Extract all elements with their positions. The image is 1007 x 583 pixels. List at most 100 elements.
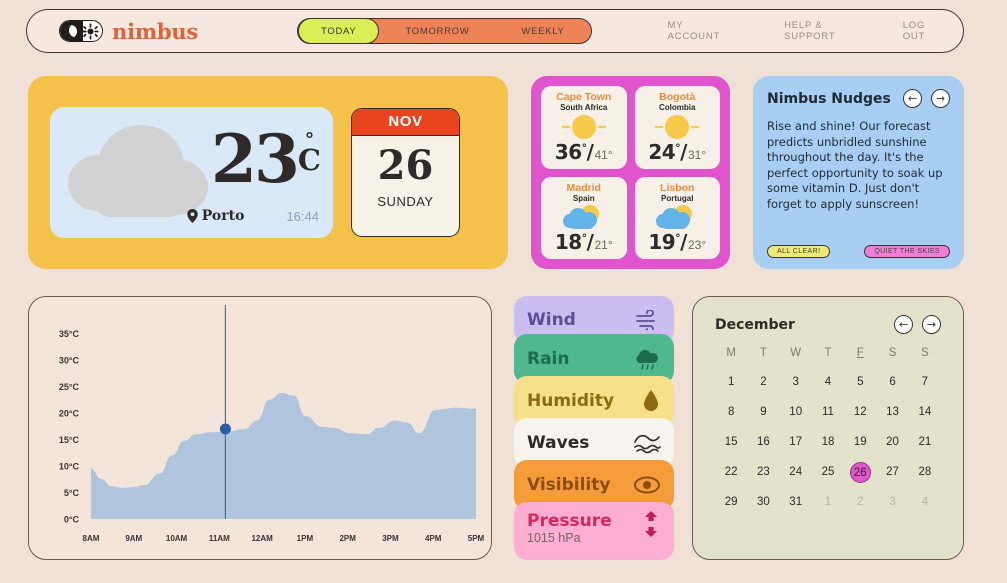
calendar-day[interactable]: 16: [747, 432, 779, 452]
calendar-day[interactable]: 25: [812, 462, 844, 482]
city-card-cape-town[interactable]: Cape Town South Africa 36°/ 41°: [541, 86, 627, 169]
calendar-header: December ← →: [715, 315, 941, 334]
calendar-day[interactable]: 2: [747, 372, 779, 392]
city-name: Lisbon: [660, 181, 695, 194]
city-card-bogota[interactable]: Bogotà Colombia 24°/ 31°: [634, 86, 720, 169]
droplet-icon: [644, 390, 658, 411]
calendar-dow-header: S: [888, 347, 897, 359]
calendar-day[interactable]: 19: [844, 432, 876, 452]
city-high: 18°/: [554, 230, 594, 254]
calendar-day[interactable]: 3: [780, 372, 812, 392]
calendar-dow-header: M: [726, 347, 736, 359]
nudges-header: Nimbus Nudges ← →: [767, 89, 950, 108]
calendar-day[interactable]: 27: [876, 462, 908, 482]
calendar-day[interactable]: 2: [844, 492, 876, 512]
calendar-day[interactable]: 18: [812, 432, 844, 452]
current-conditions-panel: 23 ° C Porto 16:44: [50, 107, 333, 238]
top-navigation-bar: nimbus TODAY TOMORROW WEEKLY MY ACCOUNT …: [26, 9, 964, 53]
chart-x-tick: 8AM: [83, 534, 100, 543]
location[interactable]: Porto: [187, 208, 244, 224]
calendar-day[interactable]: 13: [876, 402, 908, 422]
chart-y-tick: 30°C: [59, 356, 80, 366]
city-card-lisbon[interactable]: Lisbon Portugal 19°/ 23°: [634, 176, 721, 259]
date-month: NOV: [352, 109, 459, 136]
nudges-message: Rise and shine! Our forecast predicts un…: [767, 119, 943, 211]
chart-area-series: [91, 392, 476, 519]
city-high: 24°/: [648, 139, 687, 164]
calendar-dow-header: W: [790, 347, 802, 359]
calendar-day[interactable]: 29: [715, 492, 747, 512]
calendar-day[interactable]: 7: [909, 372, 941, 392]
arrow-right-icon[interactable]: →: [931, 89, 950, 108]
chart-x-tick: 2PM: [339, 534, 356, 543]
tag-quiet-the-skies[interactable]: QUIET THE SKIES: [864, 245, 950, 258]
sun-cloud-icon: [635, 204, 721, 232]
current-time: 16:44: [286, 208, 319, 224]
calendar-day[interactable]: 10: [780, 402, 812, 422]
calendar-day[interactable]: 3: [876, 492, 908, 512]
temperature-trend-chart[interactable]: 0°C 5°C 10°C 15°C 20°C 25°C 30°C 35°C 8AM 9AM 10AM…: [28, 296, 492, 560]
calendar-dow-header: T: [824, 347, 832, 359]
chart-x-tick: 5PM: [468, 534, 485, 543]
city-low: 21°: [594, 238, 613, 252]
calendar-day[interactable]: 22: [715, 462, 747, 482]
moon-sun-toggle-icon[interactable]: [59, 20, 103, 42]
calendar-day[interactable]: 6: [876, 372, 908, 392]
city-high: 19°/: [648, 230, 687, 254]
chart-marker-point[interactable]: [219, 423, 231, 435]
calendar-day[interactable]: 17: [780, 432, 812, 452]
tab-today[interactable]: TODAY: [298, 18, 380, 44]
city-high: 36°/: [554, 139, 594, 164]
calendar-day[interactable]: 20: [876, 432, 908, 452]
metric-pressure[interactable]: Pressure 1015 hPa: [514, 502, 674, 560]
calendar-day[interactable]: 30: [747, 492, 779, 512]
city-country: South Africa: [560, 103, 608, 112]
city-temperatures: 19°/ 23°: [635, 230, 721, 254]
city-temperatures: 36°/ 41°: [541, 140, 627, 164]
calendar-day[interactable]: 9: [747, 402, 779, 422]
calendar-day[interactable]: 28: [909, 462, 941, 482]
calendar-day[interactable]: 1: [812, 492, 844, 512]
calendar-day[interactable]: 15: [715, 432, 747, 452]
tab-tomorrow[interactable]: TOMORROW: [379, 18, 495, 44]
chart-x-tick: 11AM: [209, 534, 230, 543]
city-name: Madrid: [566, 181, 601, 194]
account-menu: MY ACCOUNT HELP & SUPPORT LOG OUT: [636, 20, 963, 42]
menu-item-log-out[interactable]: LOG OUT: [871, 20, 963, 42]
calendar-day[interactable]: 8: [715, 402, 747, 422]
calendar-day[interactable]: 23: [747, 462, 779, 482]
city-name: Cape Town: [556, 91, 612, 103]
chart-x-tick: 1PM: [297, 534, 314, 543]
metric-label: Rain: [527, 349, 570, 369]
arrow-left-icon[interactable]: ←: [903, 89, 922, 108]
brand-logo[interactable]: nimbus: [59, 19, 198, 44]
calendar-day[interactable]: 4: [812, 372, 844, 392]
chart-y-tick: 10°C: [59, 462, 80, 472]
chart-x-tick: 9AM: [125, 534, 142, 543]
calendar-day-selected[interactable]: 26: [844, 462, 876, 483]
menu-item-help-support[interactable]: HELP & SUPPORT: [752, 20, 871, 42]
current-temperature: 23 ° C: [211, 126, 321, 192]
tab-weekly[interactable]: WEEKLY: [495, 18, 590, 44]
metric-label: Waves: [527, 433, 590, 453]
calendar-day[interactable]: 24: [780, 462, 812, 482]
calendar-month-title: December: [715, 316, 795, 333]
cities-panel: Cape Town South Africa 36°/ 41° Bogotà C…: [531, 76, 730, 269]
arrow-left-icon[interactable]: ←: [894, 315, 913, 334]
calendar-day[interactable]: 1: [715, 372, 747, 392]
city-low: 41°: [594, 147, 613, 162]
calendar-day[interactable]: 14: [909, 402, 941, 422]
calendar-day[interactable]: 5: [844, 372, 876, 392]
calendar-day[interactable]: 31: [780, 492, 812, 512]
calendar-day[interactable]: 21: [909, 432, 941, 452]
tag-all-clear[interactable]: ALL CLEAR!: [767, 245, 831, 258]
calendar-day[interactable]: 12: [844, 402, 876, 422]
arrow-right-icon[interactable]: →: [922, 315, 941, 334]
chart-y-tick: 15°C: [59, 435, 80, 445]
chart-x-tick: 10AM: [166, 534, 188, 543]
calendar-day[interactable]: 11: [812, 402, 844, 422]
calendar-dow-header: F: [856, 347, 864, 359]
city-card-madrid[interactable]: Madrid Spain 18°/ 21°: [541, 176, 627, 259]
calendar-day[interactable]: 4: [909, 492, 941, 512]
menu-item-my-account[interactable]: MY ACCOUNT: [636, 20, 753, 42]
